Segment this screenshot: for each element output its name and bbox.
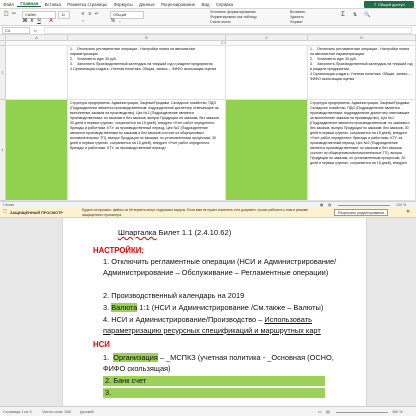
formula-bar: C4 fx xyxy=(0,26,416,35)
nsi-heading: НСИ xyxy=(93,340,110,349)
tab-review[interactable]: Рецензирование xyxy=(158,2,198,7)
format-cells-button[interactable]: Формат xyxy=(290,20,305,25)
tab-insert[interactable]: Вставка xyxy=(41,2,64,7)
language-status[interactable]: русский xyxy=(80,407,94,416)
thousands-icon[interactable]: , xyxy=(117,18,123,24)
nsi-item-1-hl: Организация xyxy=(113,353,158,362)
tab-home[interactable]: Главная xyxy=(17,1,42,7)
cell-a-top[interactable] xyxy=(6,46,68,100)
word-zoom-slider[interactable] xyxy=(336,411,388,413)
excel-ribbon-toolbar: 📋 ✂ Calibri 11 Ж К Ч A ≡ ≡ ↵ ⇔ Общий % ,… xyxy=(0,9,416,26)
protected-view-title: ЗАЩИЩЕННЫЙ ПРОСМОТР xyxy=(10,210,63,215)
print-layout-icon[interactable]: ▤ xyxy=(326,407,330,416)
settings-item-4-text: 4. НСИ и Администрирование/Производство … xyxy=(103,315,265,324)
cell-c-bottom[interactable] xyxy=(226,100,308,201)
tab-page-layout[interactable]: Разметка страницы xyxy=(64,2,110,7)
align-left-icon[interactable]: ≡ xyxy=(80,11,86,17)
merge-cells-icon[interactable]: ⇔ xyxy=(80,18,86,24)
cell-b-top[interactable]: 1. Отключить регламентные операции - Нас… xyxy=(68,46,226,100)
name-box[interactable]: C4 xyxy=(2,27,30,34)
settings-item-4: 4. НСИ и Администрирование/Производство … xyxy=(103,314,353,336)
share-button[interactable]: ⇪ Общий доступ xyxy=(364,1,414,8)
tab-file[interactable]: Файл xyxy=(0,2,17,7)
styles-group: Условное форматирование Форматировать ка… xyxy=(210,10,257,25)
fx-icon[interactable]: fx xyxy=(34,26,37,35)
tab-view[interactable]: Вид xyxy=(198,2,212,7)
formula-input[interactable] xyxy=(44,27,412,34)
cell-styles-button[interactable]: Стили ячеек xyxy=(210,20,257,25)
find-select-icon[interactable]: 🔍 xyxy=(364,12,370,18)
percent-icon[interactable]: % xyxy=(110,18,116,24)
title-prefix: Шпаргалка xyxy=(118,228,157,237)
cell-d-bottom[interactable]: Структура предприятия: Администрация, За… xyxy=(308,100,416,201)
tab-help[interactable]: Справка xyxy=(213,2,237,7)
tab-data[interactable]: Данные xyxy=(136,2,158,7)
cut-icon[interactable]: ✂ xyxy=(11,11,17,17)
paste-icon[interactable]: 📋 xyxy=(3,11,9,17)
protected-view-bar: ⛉ ЗАЩИЩЕННЫЙ ПРОСМОТР Будьте осторожны: … xyxy=(0,207,416,218)
bold-icon[interactable]: Ж xyxy=(22,18,28,24)
nsi-item-1: 1. Организация – _МСПКЗ (учетная политик… xyxy=(103,353,334,373)
cell-d-top[interactable]: 1. Отключить регламентные операции - Нас… xyxy=(308,46,416,100)
italic-icon[interactable]: К xyxy=(29,18,35,24)
settings-item-3-hl: Валюта xyxy=(111,303,138,312)
underline-icon[interactable]: Ч xyxy=(36,18,42,24)
settings-item-1: 1. Отключить регламентные операции (НСИ … xyxy=(103,257,337,277)
share-label: Общий доступ xyxy=(377,2,405,7)
cells-group: Вставить Удалить Формат xyxy=(290,10,305,25)
protected-view-message: Будьте осторожны: файлы из Интернета мог… xyxy=(82,208,308,217)
nsi-item-3: 3. xyxy=(103,388,325,398)
word-status-bar: Страница 1 из 3 Число слов: 268 русский … xyxy=(0,406,416,416)
nsi-item-2: 2. Банк счет xyxy=(103,376,325,386)
font-color-icon[interactable]: A xyxy=(48,18,54,24)
settings-item-3: 3. Валюта 1:1 (НСИ и Администрирование /… xyxy=(103,302,323,313)
align-center-icon[interactable]: ≡ xyxy=(87,11,93,17)
settings-item-3-rest: 1:1 (НСИ и Администрирование /См.также –… xyxy=(137,303,324,312)
sort-filter-icon[interactable]: ⇅ xyxy=(352,12,358,18)
shield-icon: ⛉ xyxy=(3,209,7,215)
zoom-slider[interactable] xyxy=(338,204,390,206)
excel-ribbon-tabs: Файл Главная Вставка Разметка страницы Ф… xyxy=(0,0,416,9)
settings-item-3-num: 3. xyxy=(103,303,112,312)
cell-b-bottom[interactable]: Структура предприятия: Администрация, За… xyxy=(68,100,226,201)
cell-a-bottom[interactable] xyxy=(6,100,68,201)
wrap-text-icon[interactable]: ↵ xyxy=(94,11,100,17)
document-title: Шпаргалка Билет 1.1 (2.4.10.62) xyxy=(118,228,231,237)
settings-heading: НАСТРОЙКИ: xyxy=(93,246,144,255)
tab-formulas[interactable]: Формулы xyxy=(110,2,135,7)
cell-c-top[interactable] xyxy=(226,46,308,100)
settings-item-2: 2. Производственный календарь на 2019 xyxy=(103,291,245,300)
page-count: Страница 1 из 3 xyxy=(3,410,32,414)
word-zoom-level: 160 % xyxy=(392,410,403,414)
word-count: Число слов: 268 xyxy=(42,410,71,414)
title-rest: Билет 1.1 (2.4.10.62) xyxy=(156,228,232,237)
enable-editing-button[interactable]: Разрешить редактирование xyxy=(334,209,389,216)
close-icon[interactable]: ✕ xyxy=(406,209,410,215)
document-page: Шпаргалка Билет 1.1 (2.4.10.62) НАСТРОЙК… xyxy=(62,218,367,406)
font-size-select[interactable]: 11 xyxy=(58,11,70,19)
read-mode-icon[interactable]: ▭ xyxy=(318,407,322,416)
autosum-icon[interactable]: Σ xyxy=(340,12,346,18)
